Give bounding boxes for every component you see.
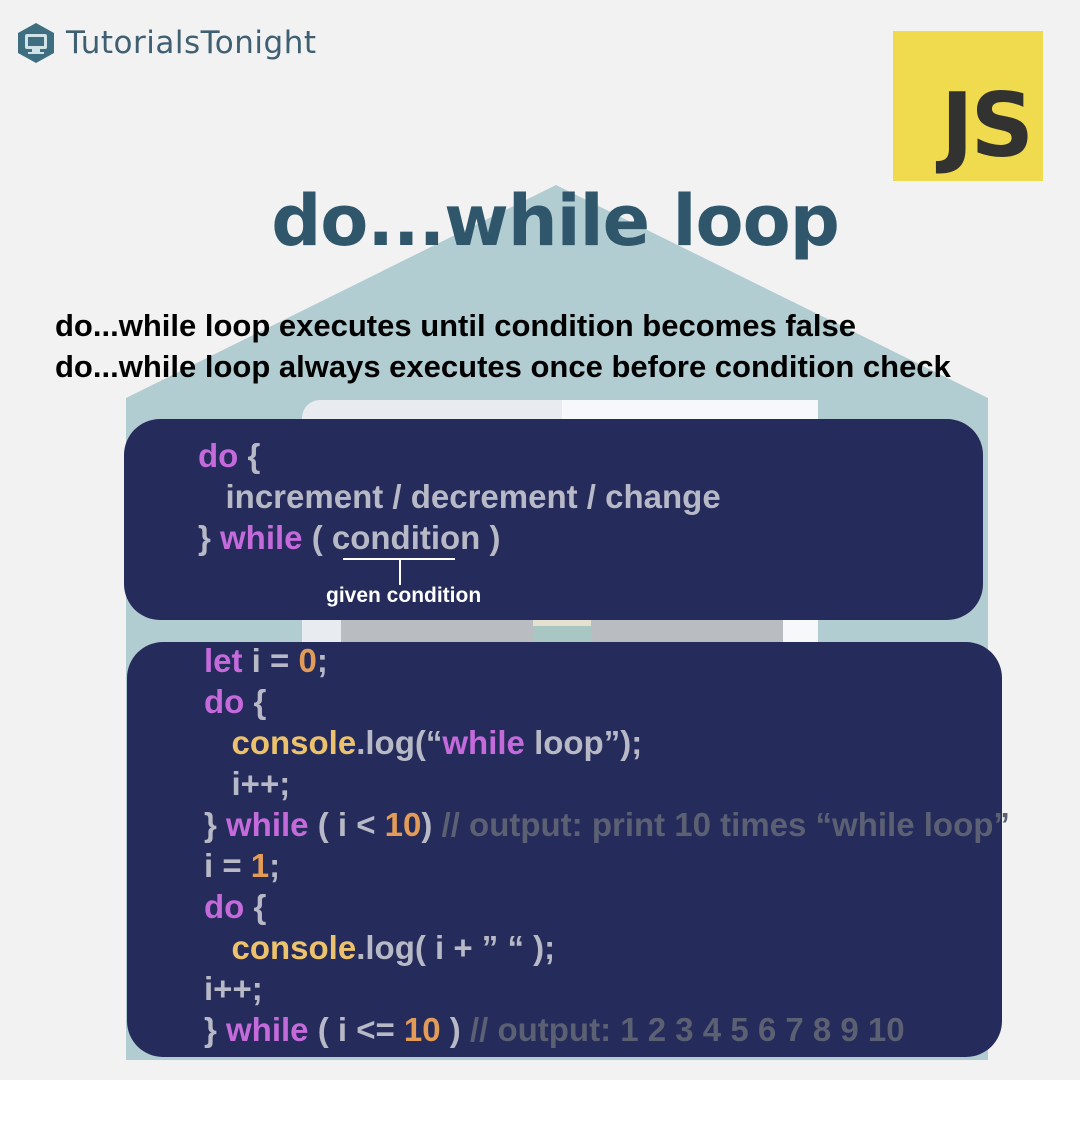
code-text: } [204, 806, 227, 843]
keyword-do: do [198, 437, 239, 474]
brand-name: TutorialsTonight [66, 25, 317, 61]
keyword-let: let [204, 642, 243, 679]
code-text: { [244, 888, 267, 925]
example-line-8: console.log( i + ” “ ); [204, 929, 556, 967]
page-title: do...while loop [271, 180, 840, 262]
syntax-line-2: increment / decrement / change [198, 478, 721, 515]
code-text: { [244, 683, 267, 720]
code-text: .log(“ [356, 724, 443, 761]
condition-annotation: given condition [326, 584, 482, 607]
js-logo-badge: JS [893, 31, 1043, 181]
js-badge-label: JS [940, 74, 1034, 177]
code-text: ( i < [308, 806, 385, 843]
number-literal: 1 [250, 847, 270, 884]
number-literal: 0 [298, 642, 317, 679]
syntax-line-3: } while ( condition ) [198, 519, 501, 557]
description-line-2: do...while loop always executes once bef… [55, 349, 951, 384]
keyword-do: do [204, 683, 245, 720]
keyword-do: do [204, 888, 245, 925]
code-text: ) [440, 1011, 470, 1048]
syntax-text: ( [302, 519, 332, 556]
code-text: i = [204, 847, 251, 884]
number-literal: 10 [384, 806, 422, 843]
description-line-1: do...while loop executes until condition… [55, 308, 856, 343]
example-line-6: i = 1; [204, 847, 280, 885]
example-line-4: i++; [204, 765, 291, 802]
code-text: ( i <= [308, 1011, 404, 1048]
code-text: .log( i + ” “ ); [356, 929, 556, 966]
keyword-while: while [226, 806, 309, 843]
code-text: ; [269, 847, 281, 884]
example-line-2: do { [204, 683, 266, 721]
code-text: } [204, 1011, 227, 1048]
syntax-text: } [198, 519, 221, 556]
number-literal: 10 [403, 1011, 441, 1048]
monitor-hexagon-icon [18, 23, 54, 63]
infographic: TutorialsTonight JS do...while loop do..… [0, 0, 1080, 1080]
example-line-10: } while ( i <= 10 ) // output: 1 2 3 4 5… [204, 1011, 905, 1049]
code-text: loop”); [524, 724, 643, 761]
syntax-text: ) [480, 519, 501, 556]
tutorialstonight-logo[interactable]: TutorialsTonight [16, 22, 317, 64]
syntax-text: { [238, 437, 261, 474]
code-text: i = [242, 642, 299, 679]
example-line-5: } while ( i < 10) // output: print 10 ti… [204, 806, 1010, 844]
code-text: ) [421, 806, 442, 843]
example-line-9: i++; [204, 970, 263, 1007]
annotation-connector [399, 558, 401, 585]
code-comment: // output: 1 2 3 4 5 6 7 8 9 10 [469, 1011, 905, 1048]
condition-placeholder: condition [331, 519, 481, 556]
syntax-line-1: do { [198, 437, 260, 475]
code-comment: // output: print 10 times “while loop” [441, 806, 1010, 843]
code-text: ; [316, 642, 328, 679]
example-line-1: let i = 0; [204, 642, 328, 680]
example-line-7: do { [204, 888, 266, 926]
keyword-while: while [220, 519, 303, 556]
console-object: console [204, 929, 357, 966]
keyword-while: while [226, 1011, 309, 1048]
console-object: console [204, 724, 357, 761]
example-line-3: console.log(“while loop”); [204, 724, 643, 762]
string-keyword-while: while [442, 724, 525, 761]
